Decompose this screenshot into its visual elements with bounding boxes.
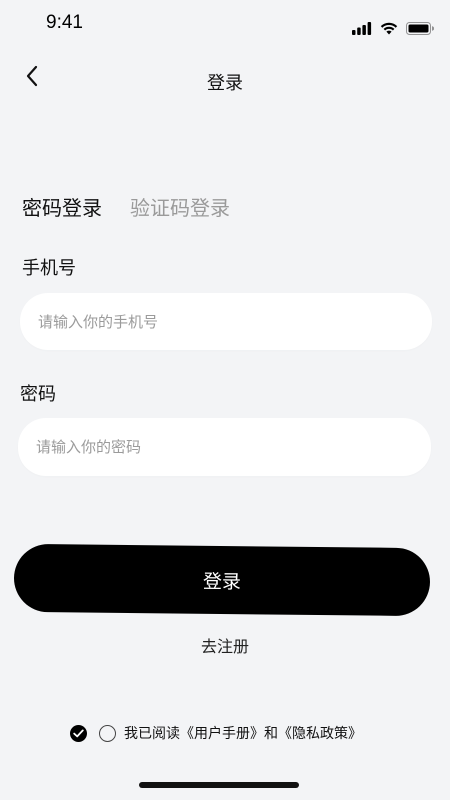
phone-field-container	[20, 293, 432, 350]
tab-label: 密码登录	[22, 196, 102, 220]
wifi-icon	[380, 20, 398, 39]
checkmark-circle-icon[interactable]	[70, 724, 87, 742]
page-title: 登录	[207, 73, 243, 94]
nav-bar: 登录	[0, 56, 450, 104]
tab-label: 验证码登录	[130, 196, 230, 220]
agreement-checkbox[interactable]	[99, 724, 116, 742]
tab-code-login[interactable]: 验证码登录	[130, 194, 230, 222]
password-label: 密码	[20, 384, 56, 405]
phone-input[interactable]	[20, 293, 432, 350]
status-time: 9:41	[46, 12, 83, 33]
login-button[interactable]: 登录	[13, 543, 431, 617]
login-tabs: 密码登录 验证码登录	[22, 194, 230, 222]
password-input[interactable]	[18, 418, 431, 476]
signal-icon	[352, 20, 372, 39]
status-icons	[352, 20, 435, 39]
agreement-text[interactable]: 我已阅读《用户手册》和《隐私政策》	[124, 723, 362, 743]
tab-password-login[interactable]: 密码登录	[22, 194, 108, 222]
home-indicator	[139, 782, 299, 788]
password-field-container	[18, 418, 431, 476]
battery-icon	[406, 20, 435, 39]
agreement-row: 我已阅读《用户手册》和《隐私政策》	[70, 723, 362, 743]
phone-label: 手机号	[22, 258, 76, 279]
login-screen: 9:41 登录 密码登录 验证码登录 手机号 请输入你的手机号 密码 登录 去注…	[0, 0, 450, 800]
register-link[interactable]: 去注册	[0, 633, 450, 657]
status-bar: 9:41	[0, 0, 450, 48]
